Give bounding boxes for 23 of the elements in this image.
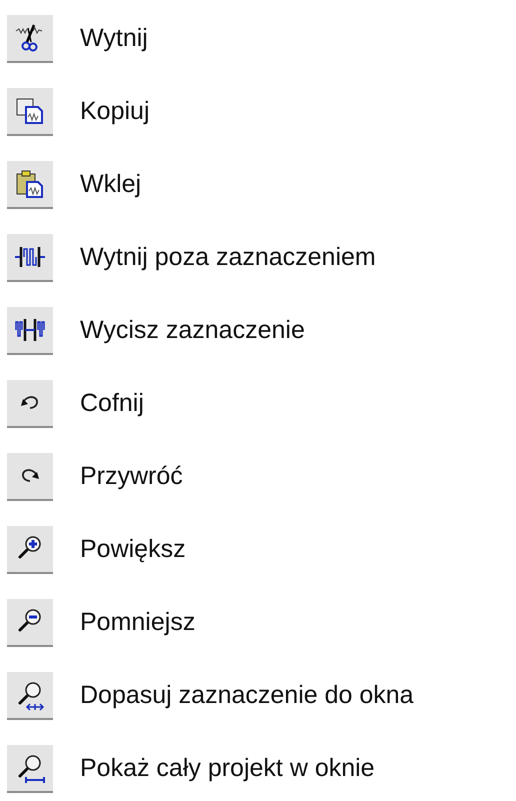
button-description: Wytnij [80,24,148,53]
button-description: Wklej [80,170,142,199]
toolbar-button[interactable] [7,672,53,720]
button-description: Wytnij poza zaznaczeniem [80,243,376,272]
button-description: Powiększ [80,535,186,564]
button-description: Pokaż cały projekt w oknie [80,754,375,783]
toolbar-button[interactable] [7,306,53,354]
toolbar-button[interactable] [7,380,53,428]
button-description: Kopiuj [80,97,150,126]
toolbar-button[interactable] [7,452,53,500]
clipboard-icon [14,168,46,200]
button-description: Dopasuj zaznaczenie do okna [80,681,414,710]
toolbar-button[interactable] [7,744,53,792]
button-description: Przywróć [80,462,183,491]
toolbar-button[interactable] [7,526,53,574]
toolbar-button[interactable] [7,160,53,208]
toolbar-button[interactable] [7,598,53,646]
toolbar-button[interactable] [7,234,53,282]
button-description: Pomniejsz [80,608,196,637]
button-description: Wycisz zaznaczenie [80,316,305,345]
button-description: Cofnij [80,389,144,418]
toolbar-button[interactable] [7,88,53,136]
toolbar-button[interactable] [7,14,53,62]
